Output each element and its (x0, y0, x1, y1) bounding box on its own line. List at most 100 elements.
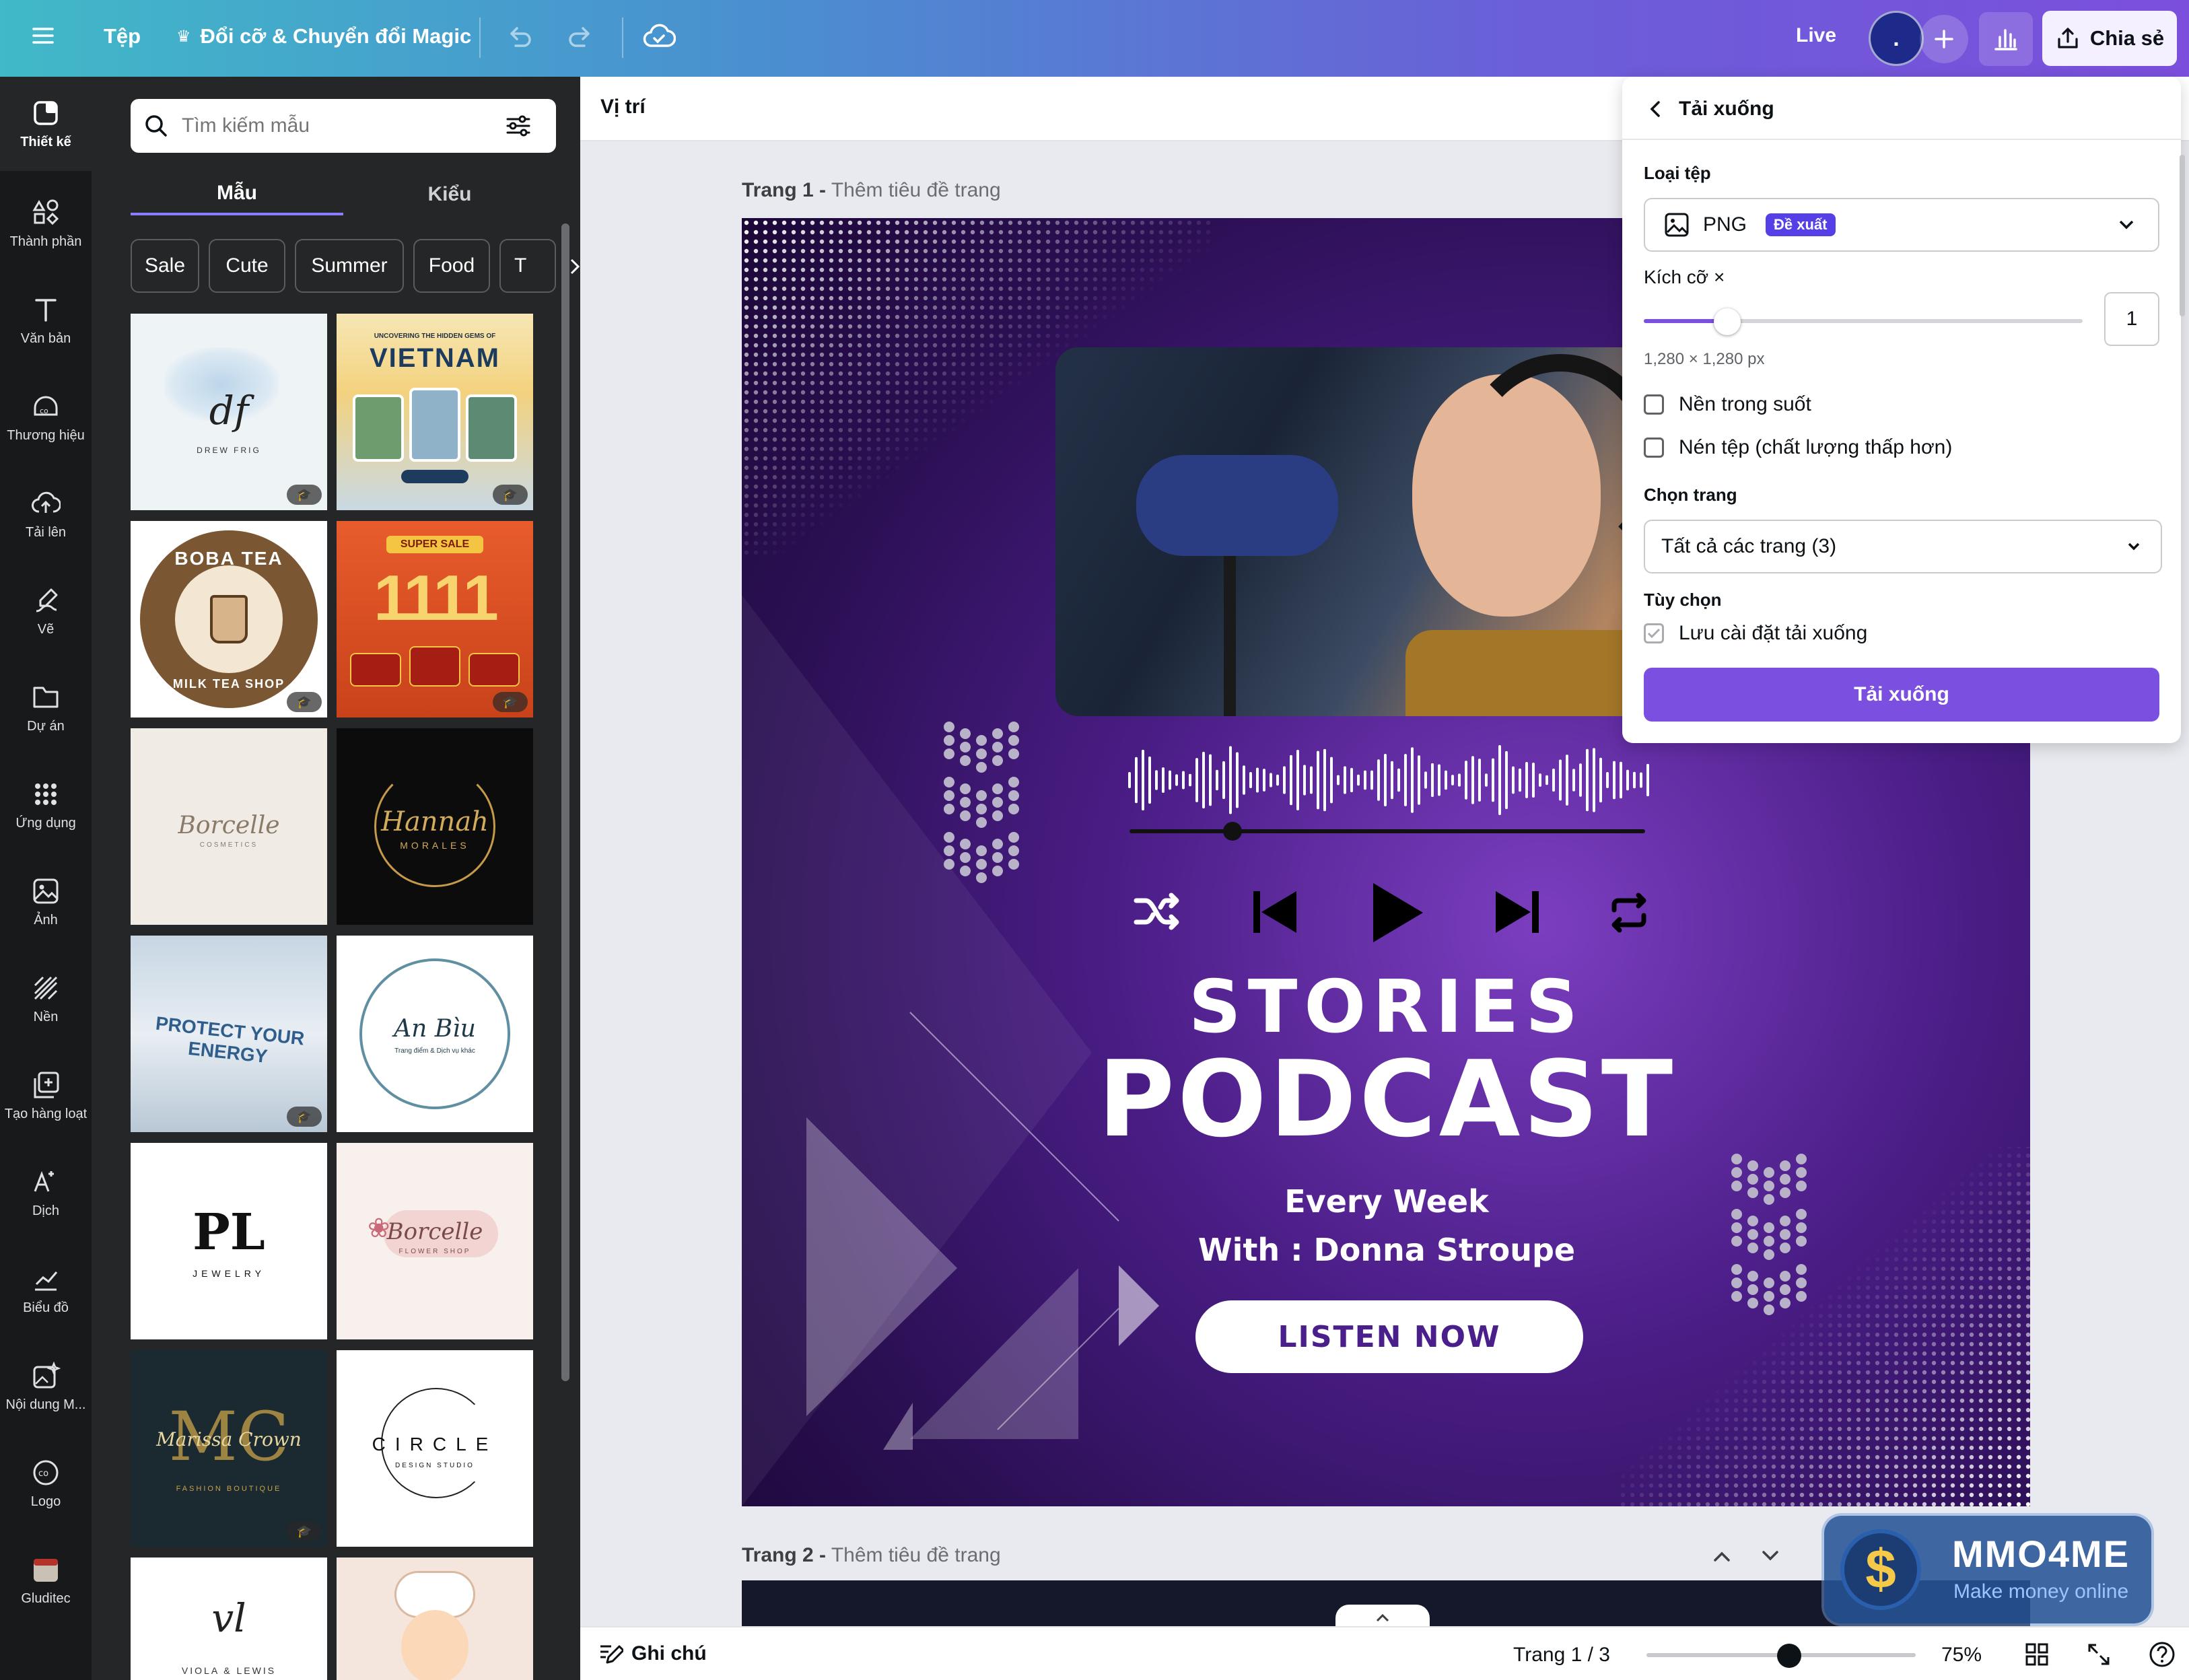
sidebar-item-12[interactable]: Dịch (0, 1167, 92, 1252)
move-page-down-icon[interactable] (1758, 1544, 1782, 1568)
waveform-bar (1155, 770, 1158, 790)
player-progress-track[interactable] (1130, 829, 1645, 833)
sidebar-item-3[interactable]: Văn bản (0, 295, 92, 380)
design-title-stories[interactable]: STORIES (942, 965, 1831, 1049)
compress-file-option[interactable]: Nén tệp (chất lượng thấp hơn) (1644, 436, 1952, 459)
design-subtitle-line2[interactable]: With : Donna Stroupe (942, 1232, 1831, 1268)
repeat-icon[interactable] (1609, 893, 1649, 933)
template-card[interactable]: An Bìu Trang điểm & Dịch vụ khác (337, 936, 533, 1132)
save-settings-option[interactable]: Lưu cài đặt tải xuống (1644, 622, 1867, 645)
help-icon[interactable] (2149, 1641, 2176, 1668)
template-card[interactable]: Borcelle COSMETICS (131, 728, 327, 925)
template-card[interactable]: vl VIOLA & LEWIS (131, 1558, 327, 1680)
sidebar-item-2[interactable]: Thành phần (0, 198, 92, 283)
chip-sale[interactable]: Sale (131, 239, 199, 293)
template-search-box[interactable] (131, 99, 556, 153)
sidebar-item-8[interactable]: Ứng dụng (0, 779, 92, 864)
sidebar-item-11[interactable]: Tạo hàng loạt (0, 1070, 92, 1155)
size-slider-knob[interactable] (1713, 308, 1741, 335)
page-1-title-input[interactable]: Thêm tiêu đề trang (831, 179, 1001, 201)
chevron-dot (992, 866, 1003, 876)
select-pages-dropdown[interactable]: Tất cả các trang (3) (1644, 520, 2162, 573)
sidebar-item-16[interactable]: Gluditec (0, 1555, 92, 1640)
template-card[interactable]: SUPER SALE 1111 🎓 (337, 521, 533, 718)
chip-cute[interactable]: Cute (209, 239, 285, 293)
template-card[interactable]: BOBA TEA MILK TEA SHOP 🎓 (131, 521, 327, 718)
template-search-input[interactable] (182, 114, 491, 137)
chip-summer[interactable]: Summer (295, 239, 404, 293)
sidebar-item-13[interactable]: Biểu đồ (0, 1264, 92, 1349)
undo-icon[interactable] (503, 22, 534, 53)
fullscreen-icon[interactable] (2087, 1642, 2111, 1667)
cloud-saved-icon[interactable] (642, 22, 676, 53)
book-now-pill (401, 470, 468, 483)
download-button[interactable]: Tải xuống (1644, 668, 2159, 722)
file-type-select[interactable]: PNG Đề xuất (1644, 198, 2159, 252)
insights-chart-icon[interactable] (1979, 12, 2033, 66)
panel-scrollbar[interactable] (561, 223, 569, 1381)
sidebar-item-14[interactable]: Nội dung M... (0, 1361, 92, 1446)
back-arrow-icon[interactable] (1645, 96, 1665, 123)
template-card[interactable] (337, 1558, 533, 1680)
design-title-podcast[interactable]: PODCAST (942, 1038, 1831, 1160)
waveform-bar (1411, 747, 1414, 813)
zoom-slider-knob[interactable] (1777, 1644, 1801, 1668)
template-card[interactable]: PROTECT YOUR ENERGY 🎓 (131, 936, 327, 1132)
magic-resize-button[interactable]: ♛ Đổi cỡ & Chuyển đổi Magic (176, 24, 471, 48)
design-subtitle-line1[interactable]: Every Week (942, 1183, 1831, 1220)
position-button[interactable]: Vị trí (600, 96, 646, 118)
size-input[interactable]: 1 (2104, 292, 2159, 346)
sidebar-item-15[interactable]: co Logo (0, 1458, 92, 1543)
sidebar-item-9[interactable]: Ảnh (0, 876, 92, 961)
redo-icon[interactable] (565, 22, 596, 53)
grid-view-icon[interactable] (2025, 1642, 2049, 1667)
share-button[interactable]: Chia sẻ (2042, 11, 2177, 66)
tab-templates[interactable]: Mẫu (131, 174, 343, 215)
page-2-title-input[interactable]: Thêm tiêu đề trang (831, 1544, 1001, 1566)
template-card[interactable]: PL JEWELRY (131, 1143, 327, 1339)
download-panel-scrollbar[interactable] (2180, 155, 2185, 316)
template-card[interactable]: Hannah MORALES (337, 728, 533, 925)
skip-back-icon[interactable] (1252, 888, 1299, 936)
sidebar-item-6[interactable]: Vẽ (0, 586, 92, 670)
sidebar-item-5[interactable]: Tải lên (0, 489, 92, 573)
template-card[interactable]: df DREW FRIG 🎓 (131, 314, 327, 510)
add-collaborator-icon[interactable] (1920, 15, 1968, 63)
template-card[interactable]: CIRCLE DESIGN STUDIO (337, 1350, 533, 1547)
template-card[interactable]: UNCOVERING THE HIDDEN GEMS OF VIETNAM 🎓 (337, 314, 533, 510)
template-card[interactable]: ❀ Borcelle FLOWER SHOP (337, 1143, 533, 1339)
filter-sliders-icon[interactable] (505, 112, 532, 139)
waveform-bar (1182, 771, 1185, 790)
chip-more[interactable]: T (499, 239, 556, 293)
player-progress-knob[interactable] (1223, 822, 1243, 841)
shuffle-icon[interactable] (1134, 891, 1183, 932)
chevron-dot (976, 872, 987, 883)
sidebar-item-10[interactable]: Nền (0, 973, 92, 1058)
chip-food[interactable]: Food (413, 239, 490, 293)
page-indicator[interactable]: Trang 1 / 3 (1513, 1644, 1610, 1667)
listen-now-button[interactable]: LISTEN NOW (1195, 1300, 1583, 1373)
tab-styles[interactable]: Kiểu (343, 174, 556, 215)
hamburger-menu-icon[interactable] (30, 22, 57, 49)
waveform-bar (1485, 773, 1488, 787)
compress-file-checkbox[interactable] (1644, 438, 1664, 458)
file-menu[interactable]: Tệp (104, 24, 141, 48)
move-page-up-icon[interactable] (1710, 1544, 1734, 1568)
waveform-bar (1377, 759, 1380, 801)
save-settings-checkbox[interactable] (1644, 623, 1664, 643)
sidebar-item-1[interactable]: Thiết kế (0, 98, 92, 183)
live-button[interactable]: Live (1796, 24, 1836, 47)
skip-forward-icon[interactable] (1493, 888, 1540, 936)
sidebar-item-7[interactable]: Dự án (0, 682, 92, 767)
waveform-bar (1599, 757, 1602, 803)
notes-button[interactable]: Ghi chú (598, 1641, 707, 1667)
template-card[interactable]: MC Marissa Crown FASHION BOUTIQUE 🎓 (131, 1350, 327, 1547)
zoom-level[interactable]: 75% (1941, 1644, 1982, 1667)
user-avatar[interactable]: . (1869, 11, 1924, 66)
transparent-background-checkbox[interactable] (1644, 394, 1664, 415)
play-icon[interactable] (1370, 882, 1424, 944)
waveform-bar (1202, 751, 1205, 809)
sidebar-item-4[interactable]: co Thương hiệu (0, 392, 92, 477)
transparent-background-option[interactable]: Nền trong suốt (1644, 393, 1811, 416)
waveform-bar (1478, 759, 1481, 802)
